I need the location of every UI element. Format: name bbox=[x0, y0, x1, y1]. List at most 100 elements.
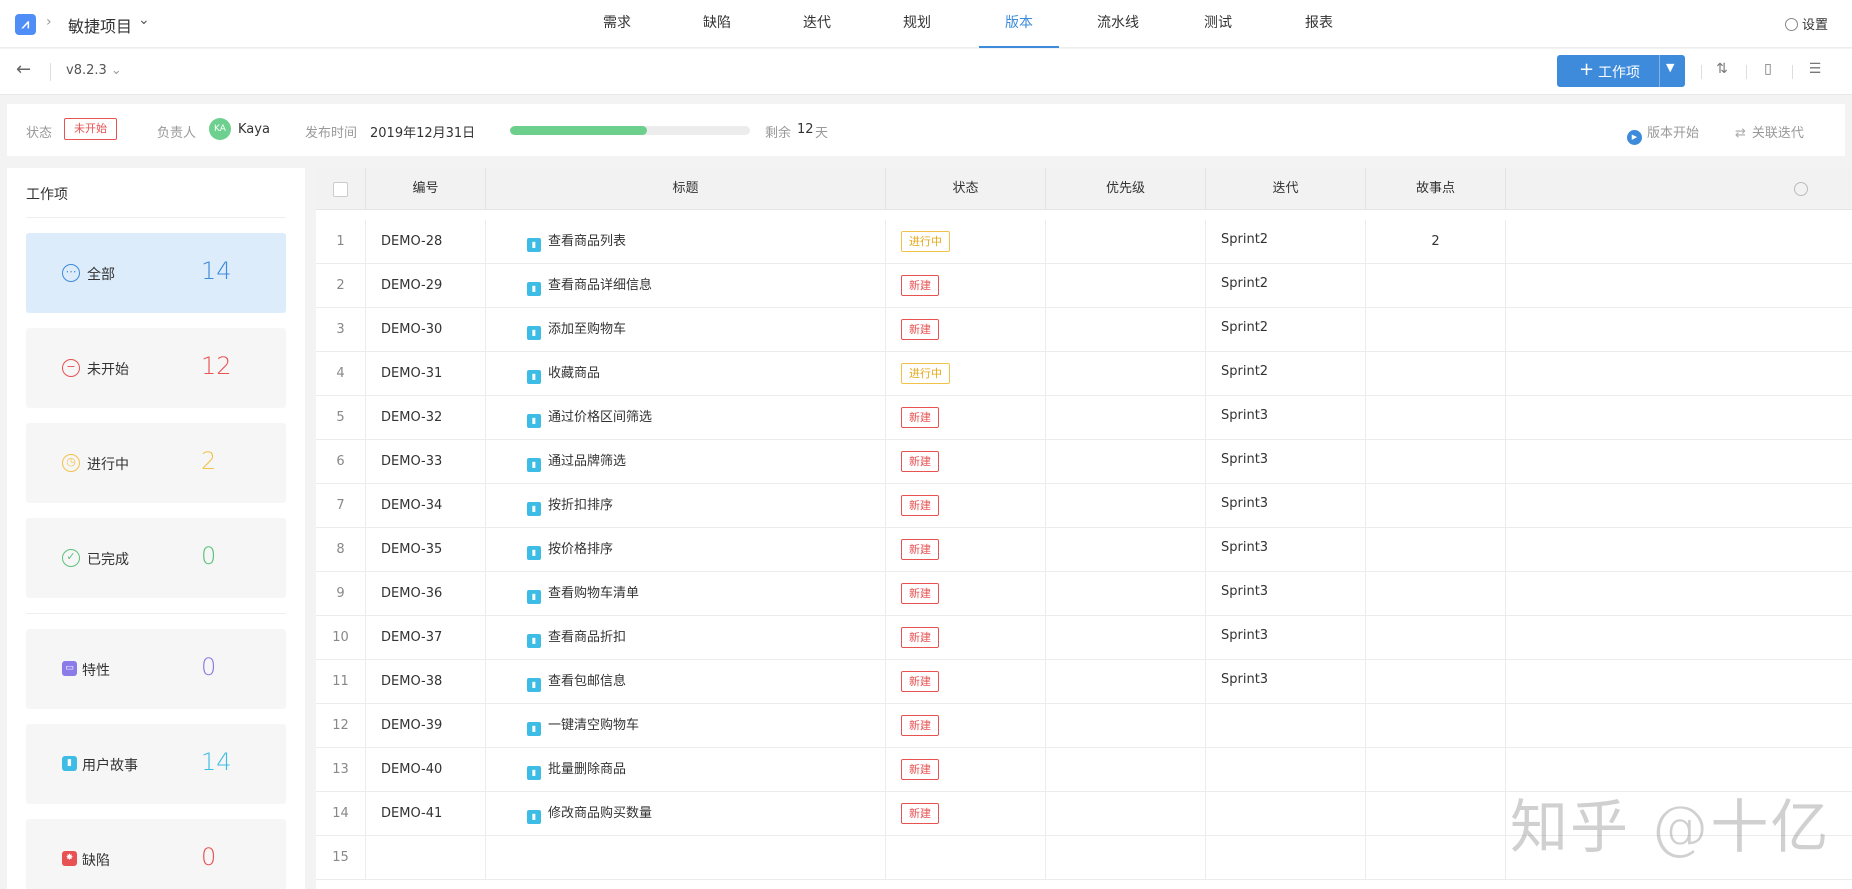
start-version-button[interactable]: ▶ 版本开始 bbox=[1627, 122, 1699, 145]
status-cell[interactable]: 新建 bbox=[886, 264, 1046, 308]
status-cell[interactable]: 新建 bbox=[886, 704, 1046, 748]
status-cell[interactable]: 新建 bbox=[886, 396, 1046, 440]
story-points-cell[interactable]: 2 bbox=[1366, 220, 1506, 264]
nav-item[interactable]: 规划 bbox=[877, 0, 957, 48]
id-cell[interactable]: DEMO-40 bbox=[366, 748, 486, 792]
title-cell[interactable]: ▮ 添加至购物车 bbox=[486, 308, 886, 352]
story-points-cell[interactable] bbox=[1366, 484, 1506, 528]
status-cell[interactable]: 新建 bbox=[886, 616, 1046, 660]
column-header-title[interactable]: 标题 bbox=[486, 168, 886, 210]
title-cell[interactable] bbox=[486, 836, 886, 880]
table-row[interactable]: 3 DEMO-30 ▮ 添加至购物车 新建 Sprint2 bbox=[316, 308, 1852, 352]
priority-cell[interactable] bbox=[1046, 264, 1206, 308]
id-cell[interactable]: DEMO-31 bbox=[366, 352, 486, 396]
status-badge[interactable]: 新建 bbox=[901, 627, 939, 648]
table-row[interactable]: 4 DEMO-31 ▮ 收藏商品 进行中 Sprint2 bbox=[316, 352, 1852, 396]
story-points-cell[interactable] bbox=[1366, 528, 1506, 572]
status-badge[interactable]: 新建 bbox=[901, 319, 939, 340]
column-settings-gear-icon[interactable] bbox=[1794, 182, 1808, 196]
status-cell[interactable]: 新建 bbox=[886, 528, 1046, 572]
status-cell[interactable]: 进行中 bbox=[886, 352, 1046, 396]
priority-cell[interactable] bbox=[1046, 792, 1206, 836]
status-cell[interactable]: 新建 bbox=[886, 748, 1046, 792]
id-cell[interactable]: DEMO-37 bbox=[366, 616, 486, 660]
table-row[interactable]: 5 DEMO-32 ▮ 通过价格区间筛选 新建 Sprint3 bbox=[316, 396, 1852, 440]
sprint-cell[interactable]: Sprint3 bbox=[1206, 660, 1366, 704]
sprint-cell[interactable]: Sprint3 bbox=[1206, 572, 1366, 616]
sprint-cell[interactable]: Sprint3 bbox=[1206, 440, 1366, 484]
priority-cell[interactable] bbox=[1046, 572, 1206, 616]
table-row[interactable]: 2 DEMO-29 ▮ 查看商品详细信息 新建 Sprint2 bbox=[316, 264, 1852, 308]
project-dropdown-chevron-icon[interactable]: ⌄ bbox=[138, 12, 150, 28]
sprint-cell[interactable]: Sprint2 bbox=[1206, 220, 1366, 264]
status-cell[interactable]: 新建 bbox=[886, 484, 1046, 528]
priority-cell[interactable] bbox=[1046, 484, 1206, 528]
id-cell[interactable]: DEMO-41 bbox=[366, 792, 486, 836]
sprint-cell[interactable] bbox=[1206, 836, 1366, 880]
nav-item[interactable]: 测试 bbox=[1178, 0, 1258, 48]
select-all-checkbox[interactable] bbox=[333, 182, 348, 197]
status-cell[interactable]: 新建 bbox=[886, 660, 1046, 704]
document-icon[interactable]: ▯ bbox=[1758, 61, 1778, 81]
status-badge[interactable]: 新建 bbox=[901, 495, 939, 516]
column-header-sprint[interactable]: 迭代 bbox=[1206, 168, 1366, 210]
owner-name[interactable]: Kaya bbox=[238, 122, 270, 137]
title-cell[interactable]: ▮ 修改商品购买数量 bbox=[486, 792, 886, 836]
settings-button[interactable]: 设置 bbox=[1784, 14, 1828, 33]
id-cell[interactable]: DEMO-34 bbox=[366, 484, 486, 528]
nav-item[interactable]: 缺陷 bbox=[677, 0, 757, 48]
priority-cell[interactable] bbox=[1046, 308, 1206, 352]
priority-cell[interactable] bbox=[1046, 352, 1206, 396]
status-badge[interactable]: 进行中 bbox=[901, 363, 950, 384]
status-badge[interactable]: 新建 bbox=[901, 275, 939, 296]
list-view-icon[interactable]: ☰ bbox=[1805, 61, 1825, 81]
filter-card[interactable]: ◷ 进行中 2 bbox=[26, 423, 286, 503]
status-badge[interactable]: 新建 bbox=[901, 759, 939, 780]
priority-cell[interactable] bbox=[1046, 660, 1206, 704]
release-date-value[interactable]: 2019年12月31日 bbox=[370, 122, 475, 141]
id-cell[interactable]: DEMO-35 bbox=[366, 528, 486, 572]
filter-card[interactable]: ▮ 用户故事 14 bbox=[26, 724, 286, 804]
caret-down-icon[interactable]: ▼ bbox=[1666, 61, 1674, 74]
back-arrow-icon[interactable]: ← bbox=[16, 59, 31, 80]
table-row[interactable]: 11 DEMO-38 ▮ 查看包邮信息 新建 Sprint3 bbox=[316, 660, 1852, 704]
title-cell[interactable]: ▮ 按折扣排序 bbox=[486, 484, 886, 528]
nav-item[interactable]: 迭代 bbox=[777, 0, 857, 48]
table-row[interactable]: 8 DEMO-35 ▮ 按价格排序 新建 Sprint3 bbox=[316, 528, 1852, 572]
id-cell[interactable]: DEMO-28 bbox=[366, 220, 486, 264]
filter-card[interactable]: ⋯ 全部 14 bbox=[26, 233, 286, 313]
story-points-cell[interactable] bbox=[1366, 704, 1506, 748]
status-badge[interactable]: 新建 bbox=[901, 451, 939, 472]
table-row[interactable]: 7 DEMO-34 ▮ 按折扣排序 新建 Sprint3 bbox=[316, 484, 1852, 528]
filter-card[interactable]: ▭ 特性 0 bbox=[26, 629, 286, 709]
sprint-cell[interactable]: Sprint2 bbox=[1206, 352, 1366, 396]
priority-cell[interactable] bbox=[1046, 440, 1206, 484]
sprint-cell[interactable]: Sprint2 bbox=[1206, 264, 1366, 308]
story-points-cell[interactable] bbox=[1366, 616, 1506, 660]
sprint-cell[interactable]: Sprint3 bbox=[1206, 396, 1366, 440]
project-name[interactable]: 敏捷项目 bbox=[68, 13, 132, 37]
status-cell[interactable]: 新建 bbox=[886, 308, 1046, 352]
title-cell[interactable]: ▮ 收藏商品 bbox=[486, 352, 886, 396]
id-cell[interactable]: DEMO-38 bbox=[366, 660, 486, 704]
priority-cell[interactable] bbox=[1046, 616, 1206, 660]
status-badge[interactable]: 新建 bbox=[901, 803, 939, 824]
id-cell[interactable] bbox=[366, 836, 486, 880]
priority-cell[interactable] bbox=[1046, 220, 1206, 264]
story-points-cell[interactable] bbox=[1366, 396, 1506, 440]
status-badge[interactable]: 新建 bbox=[901, 539, 939, 560]
status-badge[interactable]: 新建 bbox=[901, 583, 939, 604]
status-badge[interactable]: 新建 bbox=[901, 671, 939, 692]
status-cell[interactable]: 进行中 bbox=[886, 220, 1046, 264]
nav-item[interactable]: 报表 bbox=[1279, 0, 1359, 48]
story-points-cell[interactable] bbox=[1366, 572, 1506, 616]
priority-cell[interactable] bbox=[1046, 528, 1206, 572]
title-cell[interactable]: ▮ 批量删除商品 bbox=[486, 748, 886, 792]
story-points-cell[interactable] bbox=[1366, 660, 1506, 704]
avatar[interactable]: KA bbox=[209, 118, 231, 140]
column-header-priority[interactable]: 优先级 bbox=[1046, 168, 1206, 210]
story-points-cell[interactable] bbox=[1366, 264, 1506, 308]
filter-card[interactable]: ✸ 缺陷 0 bbox=[26, 819, 286, 889]
title-cell[interactable]: ▮ 通过价格区间筛选 bbox=[486, 396, 886, 440]
id-cell[interactable]: DEMO-30 bbox=[366, 308, 486, 352]
